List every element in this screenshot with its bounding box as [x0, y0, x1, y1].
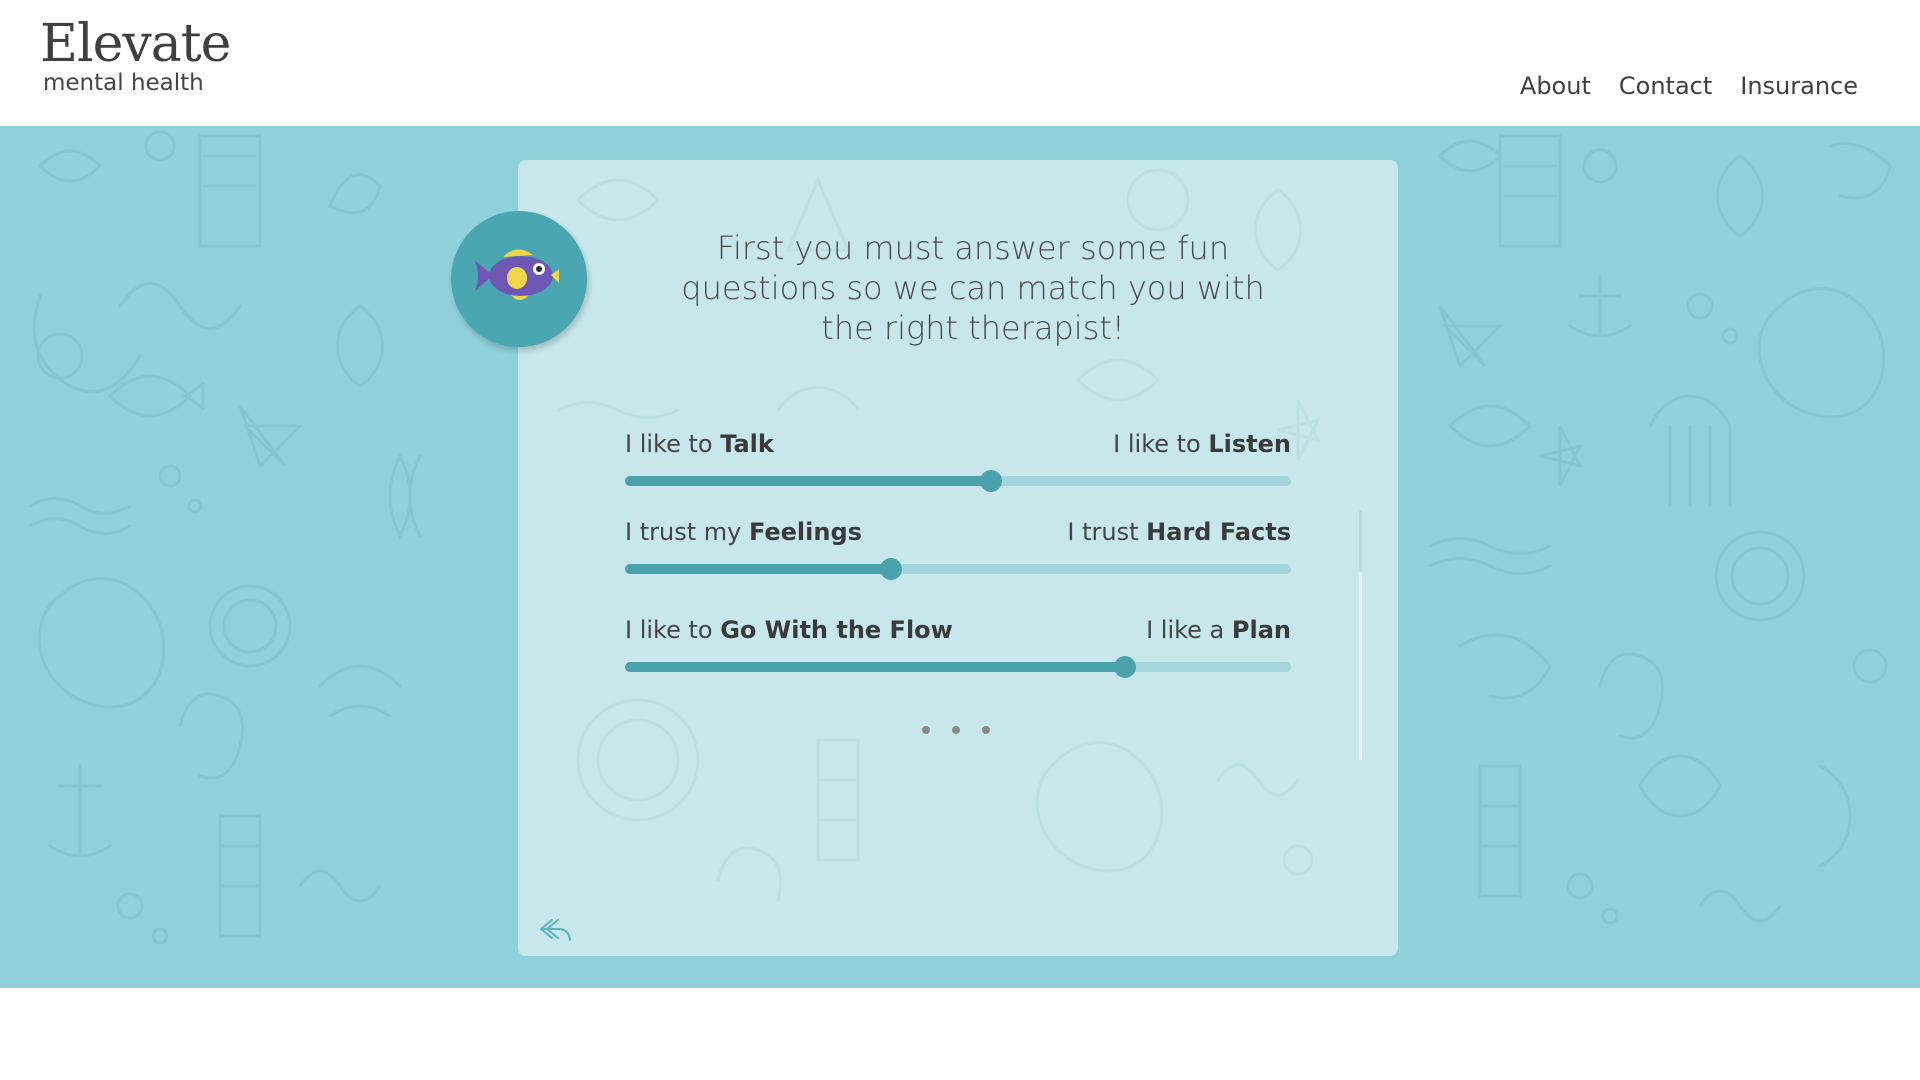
slider-track[interactable] [625, 470, 1291, 492]
logo-tagline: mental health [43, 70, 204, 96]
slider-talk-listen: I like to Talk I like to Listen [625, 430, 1291, 492]
slider-fill [625, 662, 1125, 672]
slider-labels: I like to Go With the Flow I like a Plan [625, 616, 1291, 648]
back-button[interactable] [538, 916, 572, 944]
dot [952, 726, 960, 734]
logo[interactable]: Elevate mental health [40, 14, 231, 96]
card-scrollbar[interactable] [1359, 510, 1362, 760]
nav-link-contact[interactable]: Contact [1619, 72, 1712, 100]
slider-fill [625, 564, 892, 574]
slider-labels: I like to Talk I like to Listen [625, 430, 1291, 462]
fish-icon [475, 249, 559, 300]
site-header: Elevate mental health About Contact Insu… [0, 0, 1920, 126]
logo-wordmark: Elevate [40, 14, 231, 74]
slider-thumb[interactable] [1113, 656, 1136, 678]
slider-right-label: I like to Listen [1113, 430, 1291, 458]
slider-fill [625, 476, 992, 486]
hero-section: First you must answer some fun questions… [0, 126, 1920, 988]
main-nav: About Contact Insurance [1520, 72, 1858, 100]
slider-right-label: I trust Hard Facts [1067, 518, 1291, 546]
intro-question: First you must answer some fun questions… [681, 229, 1265, 347]
slider-track[interactable] [625, 558, 1291, 580]
slider-labels: I trust my Feelings I trust Hard Facts [625, 518, 1291, 550]
dot [922, 726, 930, 734]
more-indicator [922, 726, 990, 734]
slider-flow-plan: I like to Go With the Flow I like a Plan [625, 616, 1291, 678]
questionnaire-card: First you must answer some fun questions… [518, 160, 1398, 956]
avatar [451, 211, 587, 347]
slider-left-label: I like to Go With the Flow [625, 616, 953, 644]
slider-left-label: I trust my Feelings [625, 518, 862, 546]
slider-track[interactable] [625, 656, 1291, 678]
slider-right-label: I like a Plan [1146, 616, 1291, 644]
dot [982, 726, 990, 734]
nav-link-about[interactable]: About [1520, 72, 1591, 100]
reply-arrow-icon [540, 919, 571, 941]
scrollbar-thumb[interactable] [1359, 510, 1362, 572]
slider-feelings-facts: I trust my Feelings I trust Hard Facts [625, 518, 1291, 580]
slider-left-label: I like to Talk [625, 430, 774, 458]
nav-link-insurance[interactable]: Insurance [1740, 72, 1858, 100]
